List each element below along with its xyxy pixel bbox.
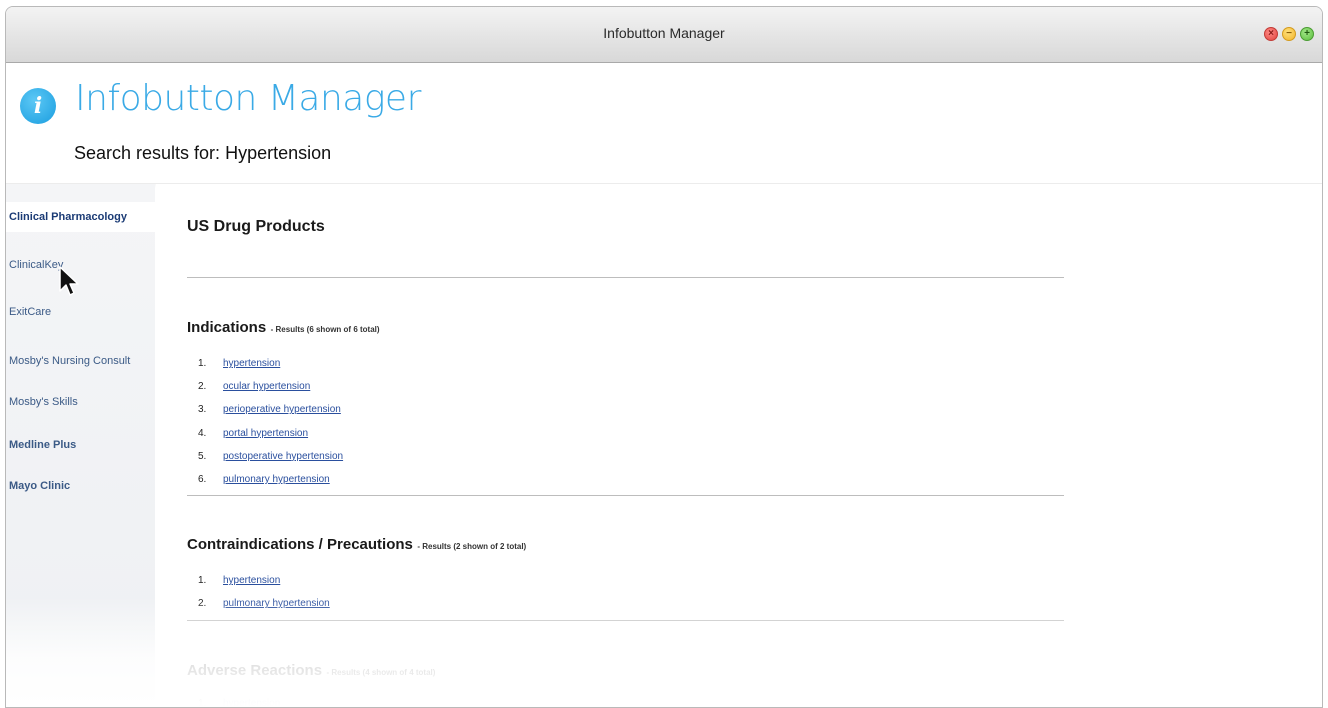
close-icon[interactable]: × [1264, 27, 1278, 41]
result-link[interactable]: portal hypertension [223, 428, 308, 439]
divider [187, 620, 1064, 621]
result-link[interactable]: pulmonary hypertension [223, 598, 330, 609]
page-title: Infobutton Manager [75, 78, 421, 119]
sidebar-item-clinical-pharmacology[interactable]: Clinical Pharmacology [6, 202, 155, 232]
results-panel: US Drug Products Indications - Results (… [156, 184, 1322, 707]
sidebar-item-medline-plus[interactable]: Medline Plus [6, 430, 155, 460]
result-link[interactable]: ocular hypertension [223, 381, 310, 392]
section-result-count: - Results (6 shown of 6 total) [270, 325, 380, 334]
indications-list: 1. hypertension 2. ocular hypertension 3. p… [198, 352, 343, 491]
product-title: US Drug Products [187, 218, 325, 235]
list-item: 6. pulmonary hypertension [198, 473, 330, 485]
list-item: 1. hypertension [198, 698, 281, 708]
sidebar-item-mayo-clinic[interactable]: Mayo Clinic [6, 471, 155, 501]
list-item: 4. portal hypertension [198, 427, 309, 439]
section-name: Contraindications / Precautions [187, 536, 413, 553]
divider [187, 277, 1064, 278]
result-link[interactable]: hypertension [223, 698, 280, 707]
divider [187, 495, 1064, 496]
app-window: Infobutton Manager × − + i Infobutton Ma… [5, 6, 1323, 708]
mouse-pointer-icon [59, 266, 79, 296]
zoom-icon[interactable]: + [1300, 27, 1314, 41]
section-indications-heading: Indications - Results (6 shown of 6 tota… [187, 319, 380, 337]
section-name: Adverse Reactions [187, 662, 323, 679]
sidebar: Clinical Pharmacology ClinicalKey ExitCa… [6, 184, 155, 707]
sidebar-item-exitcare[interactable]: ExitCare [6, 297, 155, 327]
result-link[interactable]: postoperative hypertension [223, 451, 343, 462]
minimize-icon[interactable]: − [1282, 27, 1296, 41]
list-item: 2. ocular hypertension [198, 381, 311, 393]
section-adverse-reactions-heading: Adverse Reactions - Results (4 shown of … [187, 662, 435, 680]
list-item: 5. postoperative hypertension [198, 450, 344, 462]
page-header: i Infobutton Manager Search results for:… [6, 63, 1322, 184]
section-contraindications-heading: Contraindications / Precautions - Result… [187, 536, 526, 554]
section-result-count: - Results (4 shown of 4 total) [326, 668, 436, 677]
adverse-reactions-list: 1. hypertension [198, 692, 281, 708]
result-link[interactable]: hypertension [223, 575, 280, 586]
search-term: Hypertension [225, 143, 332, 163]
result-link[interactable]: pulmonary hypertension [223, 474, 330, 485]
list-item: 1. hypertension [198, 575, 281, 586]
section-name: Indications [187, 319, 267, 336]
result-link[interactable]: hypertension [223, 358, 280, 369]
sidebar-item-mosbys-nursing-consult[interactable]: Mosby's Nursing Consult [6, 346, 155, 376]
section-result-count: - Results (2 shown of 2 total) [417, 542, 527, 551]
window-title: Infobutton Manager [603, 25, 725, 41]
search-summary: Search results for: Hypertension [74, 143, 331, 164]
list-item: 3. perioperative hypertension [198, 404, 341, 416]
list-item: 2. pulmonary hypertension [198, 598, 330, 610]
title-bar: Infobutton Manager × − + [6, 7, 1322, 63]
info-icon: i [20, 88, 56, 124]
list-item: 1. hypertension [198, 358, 281, 369]
contraindications-list: 1. hypertension 2. pulmonary hypertension [198, 569, 330, 615]
sidebar-item-mosbys-skills[interactable]: Mosby's Skills [6, 387, 155, 417]
window-controls: × − + [1264, 27, 1314, 41]
search-prefix: Search results for: [74, 143, 221, 163]
result-link[interactable]: perioperative hypertension [223, 404, 341, 415]
